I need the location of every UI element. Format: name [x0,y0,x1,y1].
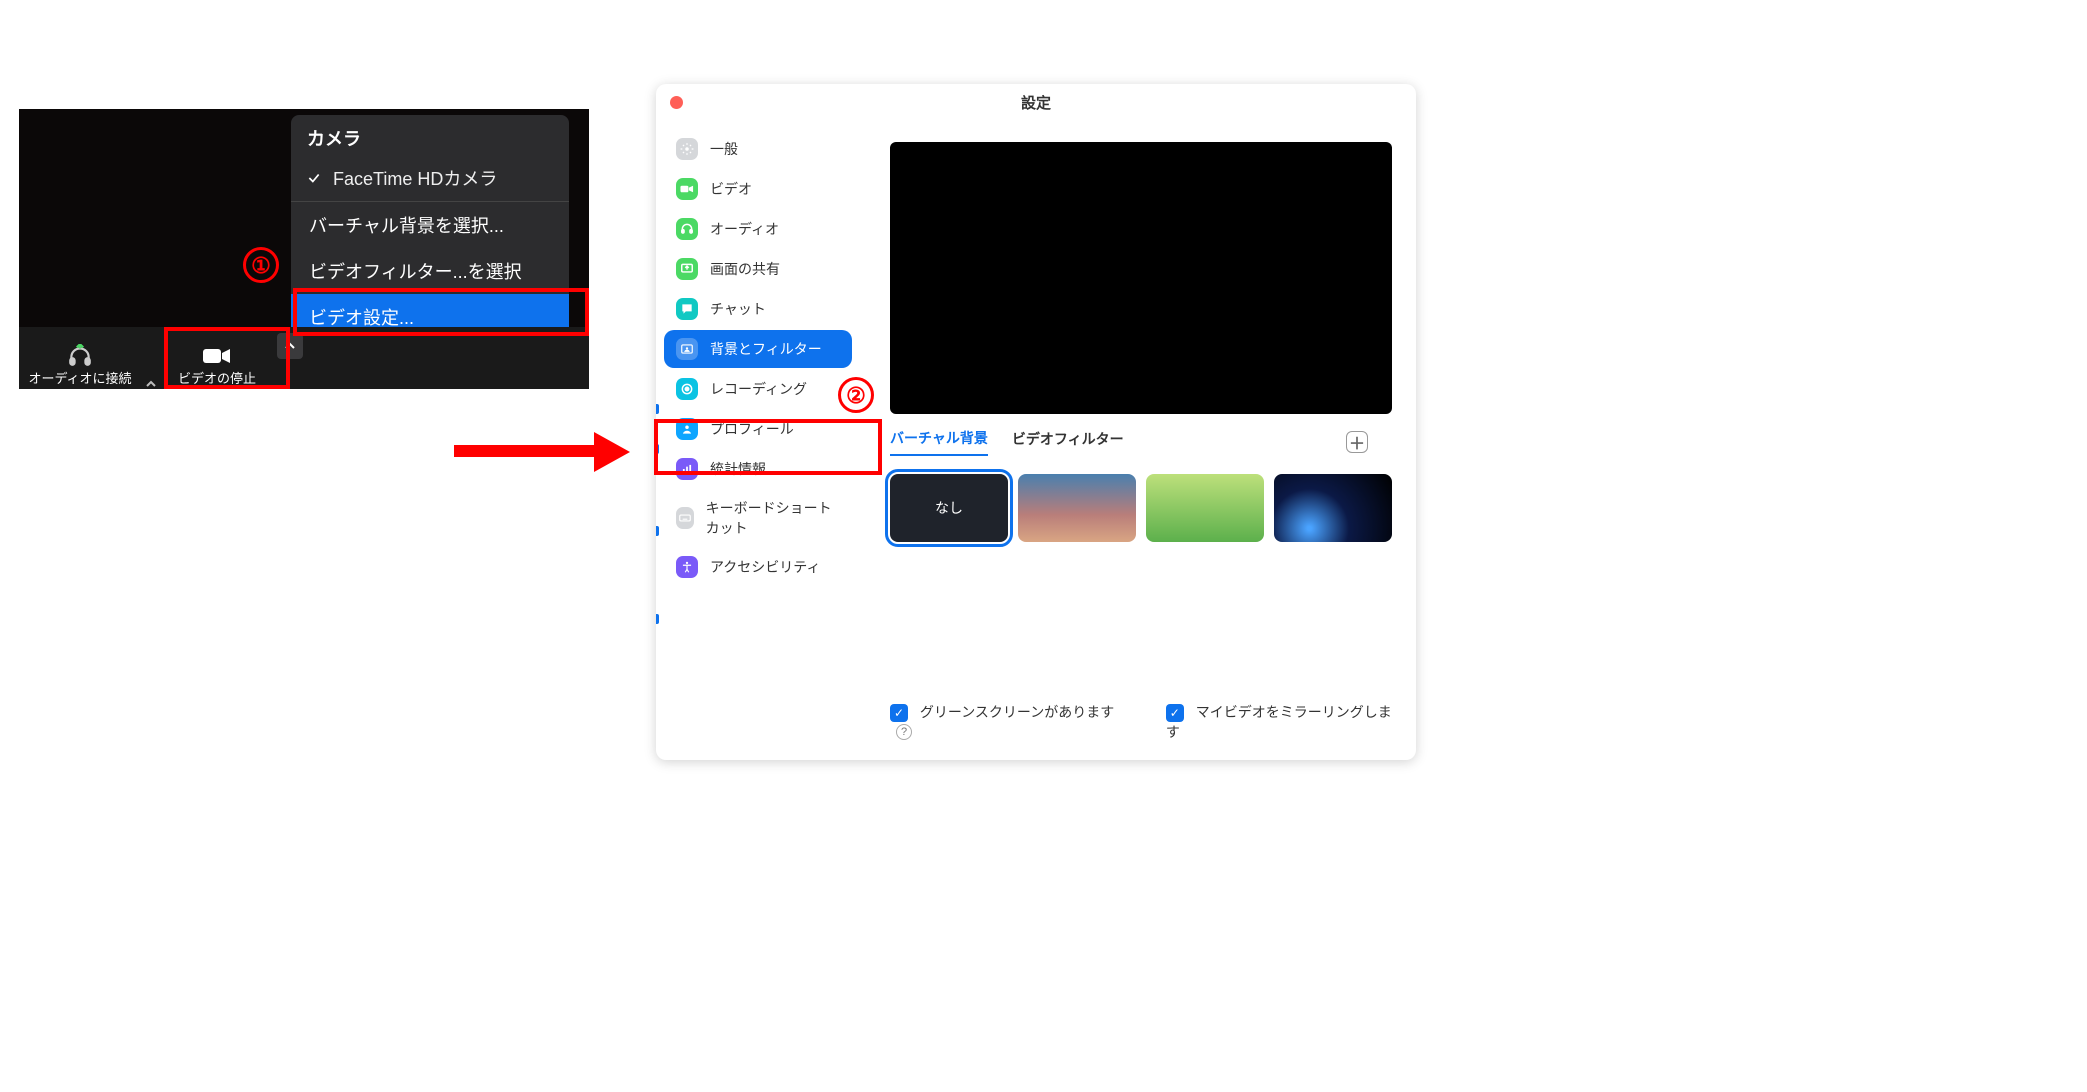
settings-sidebar: 一般 ビデオ オーディオ 画面の共有 [656,120,860,760]
camera-option-facetime[interactable]: FaceTime HDカメラ [291,157,569,201]
stop-video-button[interactable]: ビデオの停止 [161,329,273,389]
step-marker-2: ② [838,377,874,413]
step-marker-1: ① [243,247,279,283]
plus-icon: ＋ [1349,430,1365,454]
chat-icon [676,298,698,320]
settings-main: バーチャル背景 ビデオフィルター ＋ なし ✓ グリーンスクリーンがあります ? [860,120,1416,760]
mirror-video-label: マイビデオをミラーリングします [1166,704,1392,740]
settings-window-title: 設定 [1021,92,1051,113]
sidebar-item-background-filters[interactable]: 背景とフィルター [664,330,852,368]
add-background-button[interactable]: ＋ [1346,431,1368,453]
checkbox-checked-icon: ✓ [1166,704,1184,722]
sidebar-item-label: 一般 [710,139,738,159]
background-grid: なし [890,474,1392,542]
bg-option-bridge[interactable] [1018,474,1136,542]
sidebar-item-label: キーボードショートカット [706,498,840,538]
camera-section-label: カメラ [291,115,569,157]
sidebar-item-label: 画面の共有 [710,259,780,279]
sidebar-item-label: レコーディング [710,379,807,399]
stop-video-label: ビデオの停止 [178,368,256,387]
bg-option-none[interactable]: なし [890,474,1008,542]
video-preview [890,142,1392,414]
join-audio-label: オーディオに接続 [28,368,131,387]
bg-tabs: バーチャル背景 ビデオフィルター ＋ [890,428,1392,456]
choose-video-filter-menuitem[interactable]: ビデオフィルター...を選択 [291,248,569,294]
share-screen-icon [676,258,698,280]
video-caret-button[interactable] [277,333,303,359]
camera-option-label: FaceTime HDカメラ [333,165,497,191]
mirror-video-checkbox[interactable]: ✓ マイビデオをミラーリングします [1166,702,1392,742]
sidebar-item-label: 統計情報 [710,459,766,479]
sidebar-item-recording[interactable]: レコーディング [664,370,852,408]
sidebar-item-stats[interactable]: 統計情報 [664,450,852,488]
edge-accent [656,444,659,454]
sidebar-item-chat[interactable]: チャット [664,290,852,328]
settings-window: 設定 一般 ビデオ オーディオ [656,84,1416,760]
background-icon [676,338,698,360]
keyboard-icon [676,507,694,529]
tab-virtual-background[interactable]: バーチャル背景 [890,428,988,456]
settings-titlebar: 設定 [656,84,1416,120]
gear-icon [676,138,698,160]
zoom-meeting-panel: カメラ FaceTime HDカメラ バーチャル背景を選択... ビデオフィルタ… [19,109,589,389]
bg-option-earth[interactable] [1274,474,1392,542]
sidebar-item-profile[interactable]: プロフィール [664,410,852,448]
sidebar-item-audio[interactable]: オーディオ [664,210,852,248]
edge-accent [656,614,659,624]
profile-icon [676,418,698,440]
greenscreen-checkbox[interactable]: ✓ グリーンスクリーンがあります ? [890,702,1126,742]
choose-virtual-bg-menuitem[interactable]: バーチャル背景を選択... [291,202,569,248]
edge-accent [656,404,659,414]
sidebar-item-accessibility[interactable]: アクセシビリティ [664,548,852,586]
sidebar-item-share[interactable]: 画面の共有 [664,250,852,288]
sidebar-item-label: チャット [710,299,766,319]
sidebar-item-video[interactable]: ビデオ [664,170,852,208]
edge-accent [656,526,659,536]
video-icon [676,178,698,200]
arrow-right-icon [454,438,634,464]
headphones-icon [676,218,698,240]
bg-option-grass[interactable] [1146,474,1264,542]
join-audio-button[interactable]: オーディオに接続 [19,329,141,389]
sidebar-item-label: プロフィール [710,419,794,439]
check-icon [307,171,323,185]
stats-icon [676,458,698,480]
camera-popup: カメラ FaceTime HDカメラ バーチャル背景を選択... ビデオフィルタ… [291,115,569,340]
meeting-toolbar: オーディオに接続 ビデオの停止 [19,327,589,389]
bottom-options: ✓ グリーンスクリーンがあります ? ✓ マイビデオをミラーリングします [890,702,1392,742]
bg-option-label: なし [935,498,963,518]
record-icon [676,378,698,400]
close-window-button[interactable] [670,96,683,109]
checkbox-checked-icon: ✓ [890,704,908,722]
sidebar-item-label: ビデオ [710,179,752,199]
sidebar-item-keyboard-shortcuts[interactable]: キーボードショートカット [664,490,852,546]
help-icon[interactable]: ? [896,724,912,740]
sidebar-item-general[interactable]: 一般 [664,130,852,168]
accessibility-icon [676,556,698,578]
audio-caret-button[interactable] [141,379,161,389]
sidebar-item-label: 背景とフィルター [710,339,822,359]
video-camera-icon [202,346,232,366]
sidebar-item-label: アクセシビリティ [710,557,820,577]
headphones-icon [67,344,93,366]
tab-video-filter[interactable]: ビデオフィルター [1012,429,1124,455]
sidebar-item-label: オーディオ [710,219,779,239]
greenscreen-label: グリーンスクリーンがあります [920,704,1114,720]
